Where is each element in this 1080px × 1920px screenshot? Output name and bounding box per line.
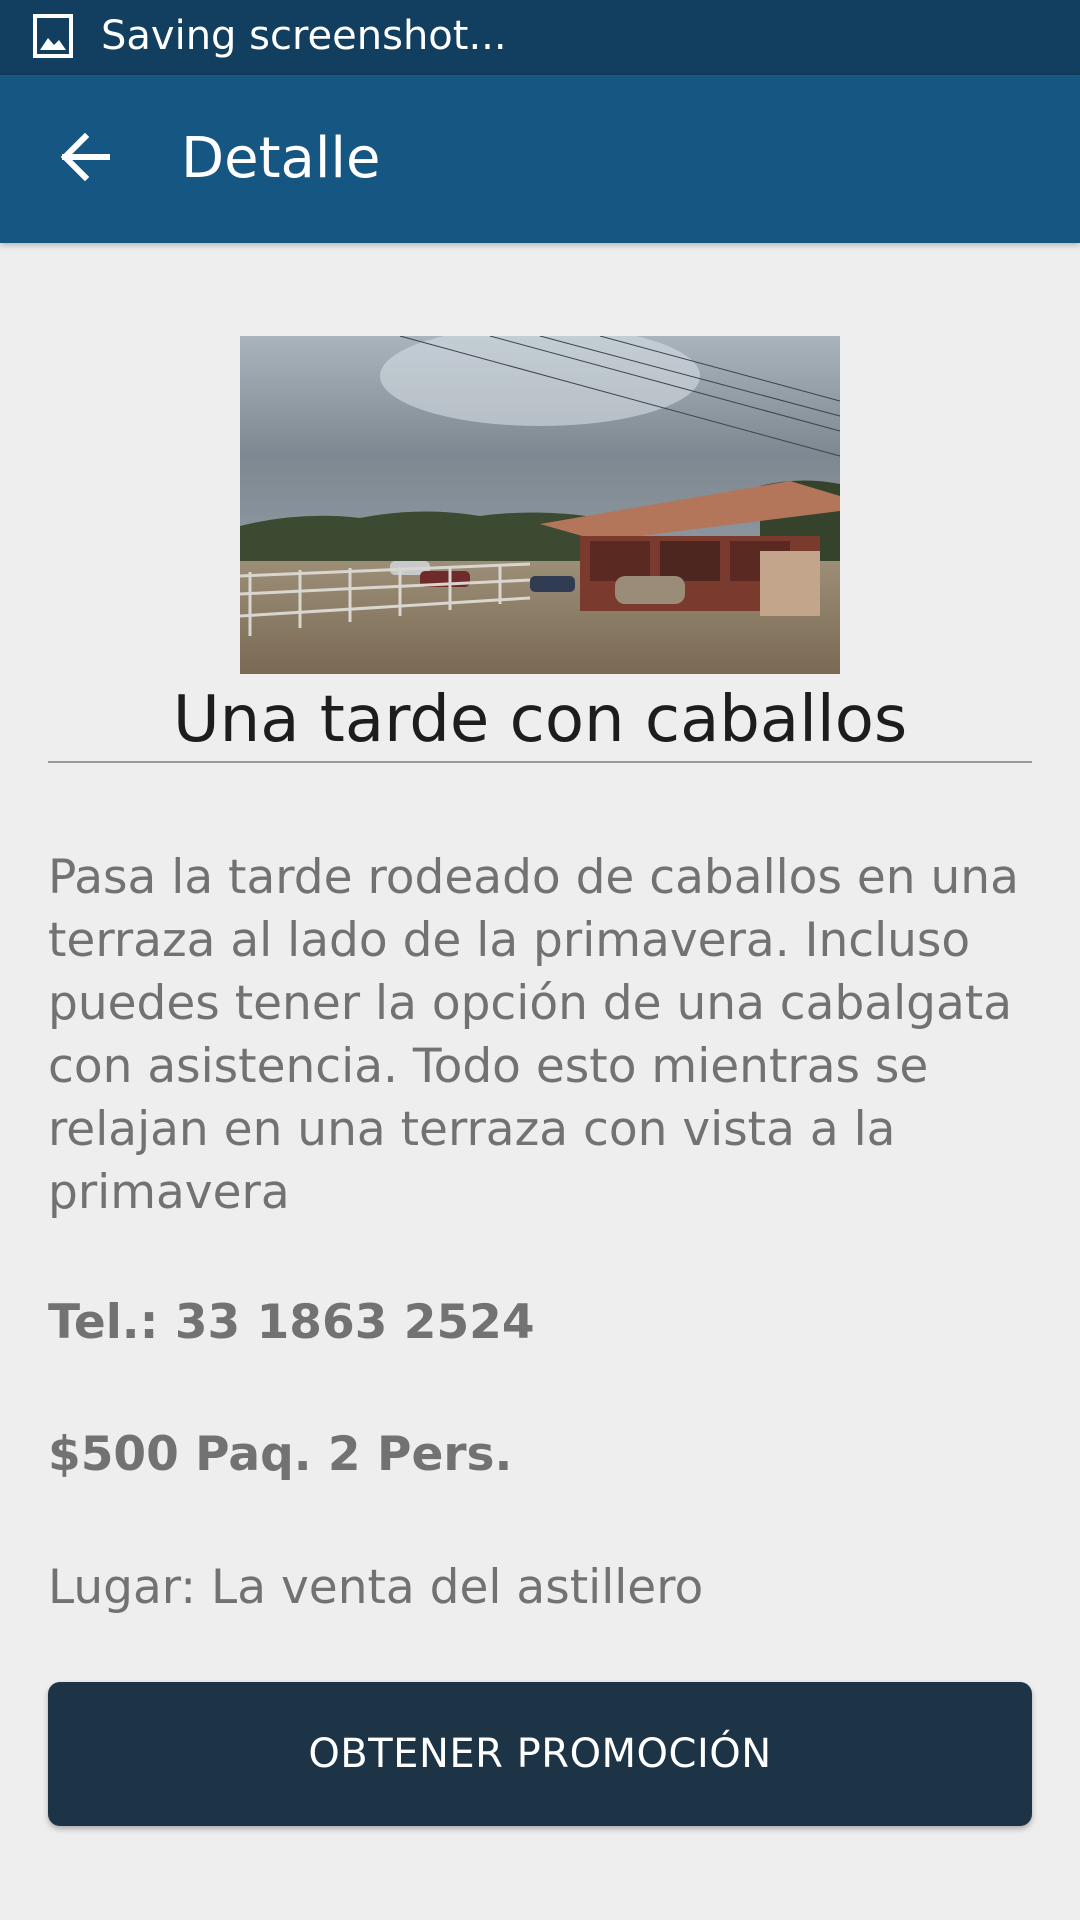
status-bar: Saving screenshot...	[0, 0, 1080, 75]
gallery-icon	[33, 14, 73, 58]
back-button[interactable]	[40, 117, 130, 201]
page-title: Detalle	[181, 126, 381, 191]
get-promotion-button[interactable]: OBTENER PROMOCIÓN	[48, 1682, 1032, 1826]
get-promotion-button-label: OBTENER PROMOCIÓN	[308, 1731, 772, 1777]
price: $500 Paq. 2 Pers.	[48, 1427, 513, 1482]
promo-description: Pasa la tarde rodeado de caballos en una…	[48, 850, 1019, 1220]
status-text: Saving screenshot...	[101, 13, 507, 59]
app-bar: Detalle	[0, 75, 1080, 243]
phone-number[interactable]: Tel.: 33 1863 2524	[48, 1293, 1032, 1353]
arrow-left-icon	[59, 131, 111, 187]
promo-title: Una tarde con caballos	[172, 683, 908, 757]
divider	[48, 761, 1032, 763]
location: Lugar: La venta del astillero	[48, 1560, 704, 1615]
horse-ranch-photo	[240, 336, 840, 674]
